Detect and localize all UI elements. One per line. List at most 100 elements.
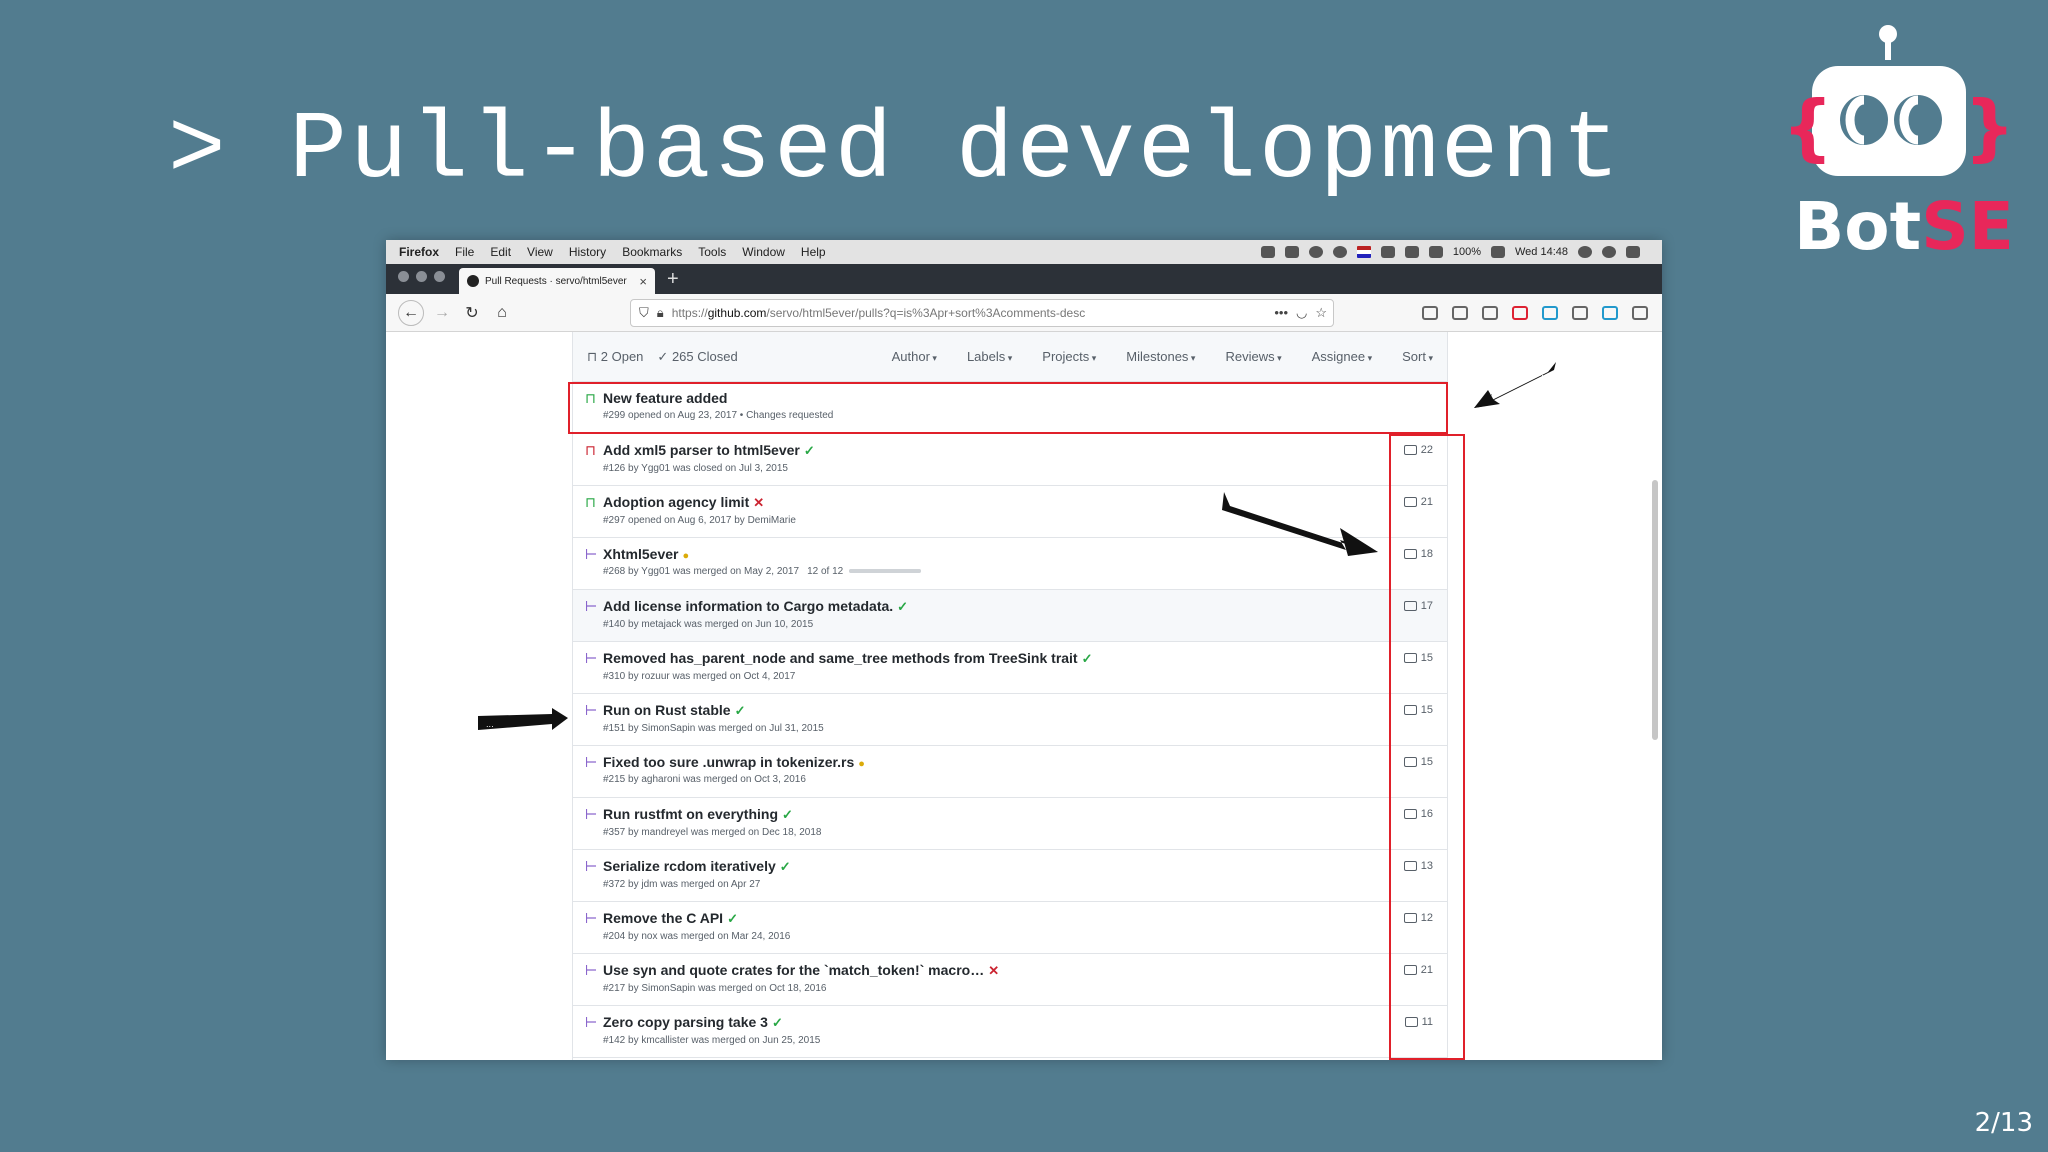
menu-file[interactable]: File (455, 245, 474, 259)
zoom-window-button[interactable] (434, 271, 445, 282)
pr-title-link[interactable]: Remove the C API (603, 910, 723, 926)
dropbox-icon[interactable] (1260, 246, 1275, 258)
pr-title-link[interactable]: Run rustfmt on everything (603, 806, 778, 822)
extension-icon[interactable] (1482, 305, 1498, 320)
menu-history[interactable]: History (569, 245, 606, 259)
pr-row[interactable]: ⊢ Remove the C API ✓ #204 by nox was merged… (573, 902, 1447, 954)
home-button[interactable]: ⌂ (490, 301, 514, 325)
closed-filter[interactable]: ✓ 265 Closed (657, 349, 737, 365)
comment-count[interactable]: 18 (1403, 548, 1433, 560)
menu-help[interactable]: Help (801, 245, 826, 259)
container-icon[interactable] (1542, 305, 1558, 320)
minimize-window-button[interactable] (416, 271, 427, 282)
check-passed-icon[interactable]: ✓ (1082, 651, 1093, 666)
library-icon[interactable] (1422, 305, 1438, 320)
bookmark-star-icon[interactable]: ☆ (1315, 305, 1327, 321)
pr-row[interactable]: ⊢ Use syn and quote crates for the `match… (573, 954, 1447, 1006)
download-icon[interactable] (1602, 305, 1618, 320)
url-text[interactable]: https://github.com/servo/html5ever/pulls… (672, 306, 1267, 320)
pr-title-link[interactable]: Run on Rust stable (603, 702, 731, 718)
check-pending-icon[interactable]: ● (682, 550, 689, 562)
tab-pull-requests[interactable]: Pull Requests · servo/html5ever × (459, 268, 655, 294)
siri-icon[interactable] (1602, 246, 1616, 258)
pr-row[interactable]: ⊢ Add license information to Cargo metada… (573, 590, 1447, 642)
comment-count[interactable]: 16 (1403, 808, 1433, 820)
menu-edit[interactable]: Edit (490, 245, 511, 259)
check-passed-icon[interactable]: ✓ (727, 911, 738, 926)
bluetooth-icon[interactable] (1380, 246, 1395, 258)
pr-row[interactable]: ⊓ New feature added #299 opened on Aug 23,… (573, 382, 1447, 434)
pr-row[interactable]: ⊢ Fixed too sure .unwrap in tokenizer.rs ●… (573, 746, 1447, 798)
close-tab-icon[interactable]: × (639, 274, 647, 289)
shield-icon[interactable]: ⛉ (639, 305, 649, 321)
filter-author[interactable]: Author (892, 349, 937, 364)
pr-title-link[interactable]: Add xml5 parser to html5ever (603, 442, 800, 458)
comment-count[interactable]: 17 (1403, 600, 1433, 612)
pr-title-link[interactable]: Use syn and quote crates for the `match_… (603, 962, 984, 978)
pr-row[interactable]: ⊢ Xhtml5ever ● #268 by Ygg01 was merged on … (573, 538, 1447, 590)
comment-count[interactable]: 15 (1403, 652, 1433, 664)
wifi-icon[interactable] (1404, 246, 1419, 258)
scrollbar-thumb[interactable] (1652, 480, 1658, 740)
cloud-icon[interactable] (1284, 246, 1299, 258)
pr-row[interactable]: ⊢ Zero copy parsing take 3 ✓ #142 by kmcall… (573, 1006, 1447, 1058)
sync-icon[interactable] (1332, 246, 1347, 258)
pr-title-link[interactable]: New feature added (603, 390, 727, 406)
pocket-icon[interactable]: ◡ (1296, 305, 1307, 321)
check-passed-icon[interactable]: ✓ (897, 599, 908, 614)
pr-title-link[interactable]: Serialize rcdom iteratively (603, 858, 776, 874)
comment-count[interactable]: 15 (1403, 704, 1433, 716)
pr-title-link[interactable]: Add license information to Cargo metadat… (603, 598, 893, 614)
comment-count[interactable]: 11 (1404, 1016, 1433, 1028)
comment-count[interactable]: 21 (1403, 496, 1433, 508)
pr-row[interactable]: ⊢ Serialize rcdom iteratively ✓ #372 by jdm… (573, 850, 1447, 902)
menu-view[interactable]: View (527, 245, 553, 259)
page-actions-button[interactable]: ••• (1274, 305, 1288, 320)
menu-window[interactable]: Window (742, 245, 785, 259)
battery-icon[interactable] (1490, 246, 1505, 258)
filter-reviews[interactable]: Reviews (1225, 349, 1281, 364)
adblock-icon[interactable] (1512, 305, 1528, 320)
eye-icon[interactable] (1308, 246, 1323, 258)
forward-button[interactable]: → (430, 301, 454, 325)
comment-count[interactable]: 21 (1403, 964, 1433, 976)
menu-app[interactable]: Firefox (399, 245, 439, 259)
pr-row[interactable]: ⊢ Run rustfmt on everything ✓ #357 by mandr… (573, 798, 1447, 850)
pr-title-link[interactable]: Adoption agency limit (603, 494, 749, 510)
screenshot-icon[interactable] (1572, 305, 1588, 320)
filter-projects[interactable]: Projects (1042, 349, 1096, 364)
check-failed-icon[interactable]: ✕ (753, 495, 764, 510)
spotlight-search-icon[interactable] (1578, 246, 1592, 258)
check-pending-icon[interactable]: ● (858, 758, 865, 770)
new-tab-button[interactable]: + (655, 266, 691, 294)
back-button[interactable]: ← (398, 299, 424, 326)
comment-count[interactable]: 13 (1403, 860, 1433, 872)
pr-row[interactable]: ⊢ Run on Rust stable ✓ #151 by SimonSapin w… (573, 694, 1447, 746)
filter-milestones[interactable]: Milestones (1126, 349, 1195, 364)
check-passed-icon[interactable]: ✓ (772, 1015, 783, 1030)
reload-button[interactable]: ↻ (460, 301, 484, 325)
comment-count[interactable]: 15 (1403, 756, 1433, 768)
check-passed-icon[interactable]: ✓ (804, 443, 815, 458)
filter-sort[interactable]: Sort (1402, 349, 1433, 364)
pr-row[interactable]: ⊓ Adoption agency limit ✕ #297 opened on Au… (573, 486, 1447, 538)
comment-count[interactable]: 22 (1403, 444, 1433, 456)
menu-tools[interactable]: Tools (698, 245, 726, 259)
check-passed-icon[interactable]: ✓ (780, 859, 791, 874)
sidebar-icon[interactable] (1452, 305, 1468, 320)
hamburger-menu-icon[interactable] (1632, 305, 1648, 320)
filter-labels[interactable]: Labels (967, 349, 1012, 364)
pr-title-link[interactable]: Fixed too sure .unwrap in tokenizer.rs (603, 754, 854, 770)
check-passed-icon[interactable]: ✓ (735, 703, 746, 718)
notification-center-icon[interactable] (1626, 246, 1640, 258)
address-bar[interactable]: ⛉ 🔒︎ https://github.com/servo/html5ever/… (630, 298, 1334, 327)
flag-icon[interactable] (1356, 246, 1371, 258)
pr-title-link[interactable]: Zero copy parsing take 3 (603, 1014, 768, 1030)
pr-row[interactable]: ⊓ Add xml5 parser to html5ever ✓ #126 by Yg… (573, 434, 1447, 486)
close-window-button[interactable] (398, 271, 409, 282)
check-passed-icon[interactable]: ✓ (782, 807, 793, 822)
check-failed-icon[interactable]: ✕ (988, 963, 999, 978)
comment-count[interactable]: 12 (1403, 912, 1433, 924)
pr-row[interactable]: ⊢ Removed has_parent_node and same_tree m… (573, 642, 1447, 694)
menu-bookmarks[interactable]: Bookmarks (622, 245, 682, 259)
